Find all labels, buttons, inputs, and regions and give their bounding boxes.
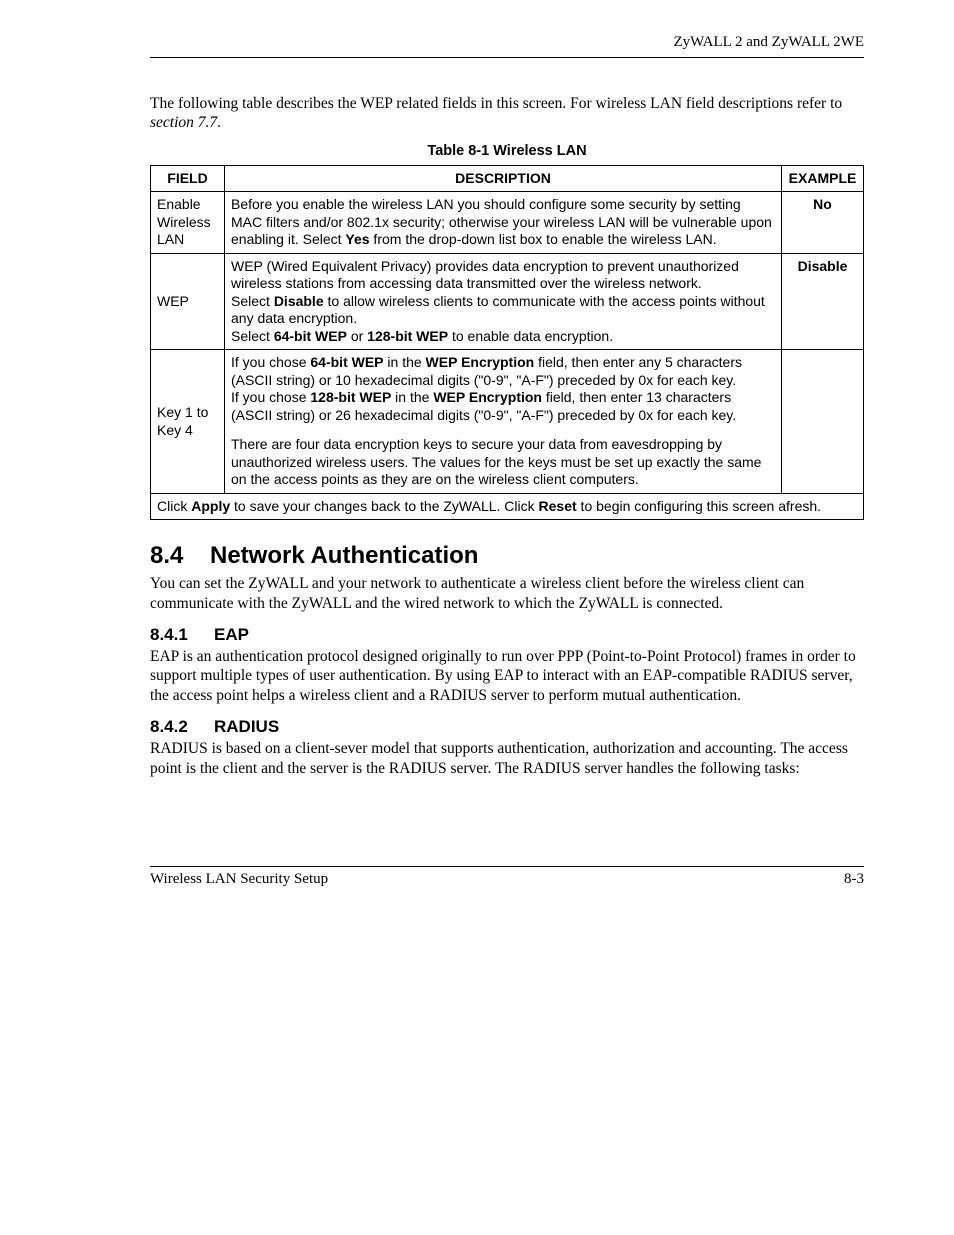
desc-line: Select 64-bit WEP or 128-bit WEP to enab… <box>231 328 775 346</box>
text: to enable data encryption. <box>448 328 613 344</box>
cell-description: Before you enable the wireless LAN you s… <box>225 192 782 254</box>
text: Select <box>231 328 274 344</box>
text: Click <box>157 498 191 514</box>
page-footer: Wireless LAN Security Setup 8-3 <box>150 866 864 888</box>
text: If you chose <box>231 389 310 405</box>
bold-text: Apply <box>191 498 230 514</box>
cell-field: WEP <box>151 253 225 350</box>
section-heading-8-4: 8.4Network Authentication <box>150 542 864 570</box>
table-row: WEP WEP (Wired Equivalent Privacy) provi… <box>151 253 864 350</box>
desc-line: If you chose 64-bit WEP in the WEP Encry… <box>231 354 775 389</box>
text: to save your changes back to the ZyWALL.… <box>230 498 538 514</box>
text: If you chose <box>231 354 310 370</box>
subsection-heading-8-4-2: 8.4.2RADIUS <box>150 717 864 737</box>
th-example: EXAMPLE <box>782 165 864 192</box>
table-row: Enable Wireless LAN Before you enable th… <box>151 192 864 254</box>
th-description: DESCRIPTION <box>225 165 782 192</box>
text: from the drop-down list box to enable th… <box>370 231 717 247</box>
intro-paragraph: The following table describes the WEP re… <box>150 94 864 133</box>
wep-table: FIELD DESCRIPTION EXAMPLE Enable Wireles… <box>150 165 864 521</box>
bold-text: Yes <box>345 231 369 247</box>
cell-example <box>782 350 864 494</box>
desc-line: Select Disable to allow wireless clients… <box>231 293 775 328</box>
text: Select <box>231 293 274 309</box>
cell-field: Enable Wireless LAN <box>151 192 225 254</box>
text: in the <box>384 354 426 370</box>
footer-left: Wireless LAN Security Setup <box>150 871 328 888</box>
table-row: Key 1 to Key 4 If you chose 64-bit WEP i… <box>151 350 864 494</box>
table-caption: Table 8-1 Wireless LAN <box>150 143 864 159</box>
cell-example: No <box>782 192 864 254</box>
bold-text: Reset <box>539 498 577 514</box>
table-header-row: FIELD DESCRIPTION EXAMPLE <box>151 165 864 192</box>
bold-text: WEP Encryption <box>426 354 535 370</box>
desc-line: WEP (Wired Equivalent Privacy) provides … <box>231 258 775 293</box>
section-title: Network Authentication <box>210 542 478 569</box>
intro-reference: section 7.7 <box>150 114 217 131</box>
cell-field: Key 1 to Key 4 <box>151 350 225 494</box>
subsection-body: EAP is an authentication protocol design… <box>150 647 864 705</box>
cell-description: If you chose 64-bit WEP in the WEP Encry… <box>225 350 782 494</box>
th-field: FIELD <box>151 165 225 192</box>
table-footer-row: Click Apply to save your changes back to… <box>151 493 864 520</box>
section-number: 8.4 <box>150 542 210 570</box>
text: or <box>347 328 367 344</box>
text: in the <box>391 389 433 405</box>
bold-text: 128-bit WEP <box>310 389 391 405</box>
text: to begin configuring this screen afresh. <box>577 498 821 514</box>
table-footer-cell: Click Apply to save your changes back to… <box>151 493 864 520</box>
running-header: ZyWALL 2 and ZyWALL 2WE <box>150 34 864 58</box>
subsection-number: 8.4.2 <box>150 717 214 737</box>
subsection-heading-8-4-1: 8.4.1EAP <box>150 625 864 645</box>
subsection-body: RADIUS is based on a client-sever model … <box>150 739 864 778</box>
subsection-number: 8.4.1 <box>150 625 214 645</box>
desc-line: If you chose 128-bit WEP in the WEP Encr… <box>231 389 775 424</box>
subsection-title: RADIUS <box>214 717 279 736</box>
desc-line: There are four data encryption keys to s… <box>231 436 775 489</box>
bold-text: 64-bit WEP <box>310 354 383 370</box>
section-body: You can set the ZyWALL and your network … <box>150 574 864 613</box>
bold-text: 128-bit WEP <box>367 328 448 344</box>
subsection-title: EAP <box>214 625 249 644</box>
bold-text: WEP Encryption <box>433 389 542 405</box>
intro-lead: The following table describes the WEP re… <box>150 95 842 112</box>
footer-page-number: 8-3 <box>844 871 864 888</box>
bold-text: Disable <box>274 293 324 309</box>
cell-description: WEP (Wired Equivalent Privacy) provides … <box>225 253 782 350</box>
bold-text: 64-bit WEP <box>274 328 347 344</box>
intro-tail: . <box>217 114 221 131</box>
cell-example: Disable <box>782 253 864 350</box>
